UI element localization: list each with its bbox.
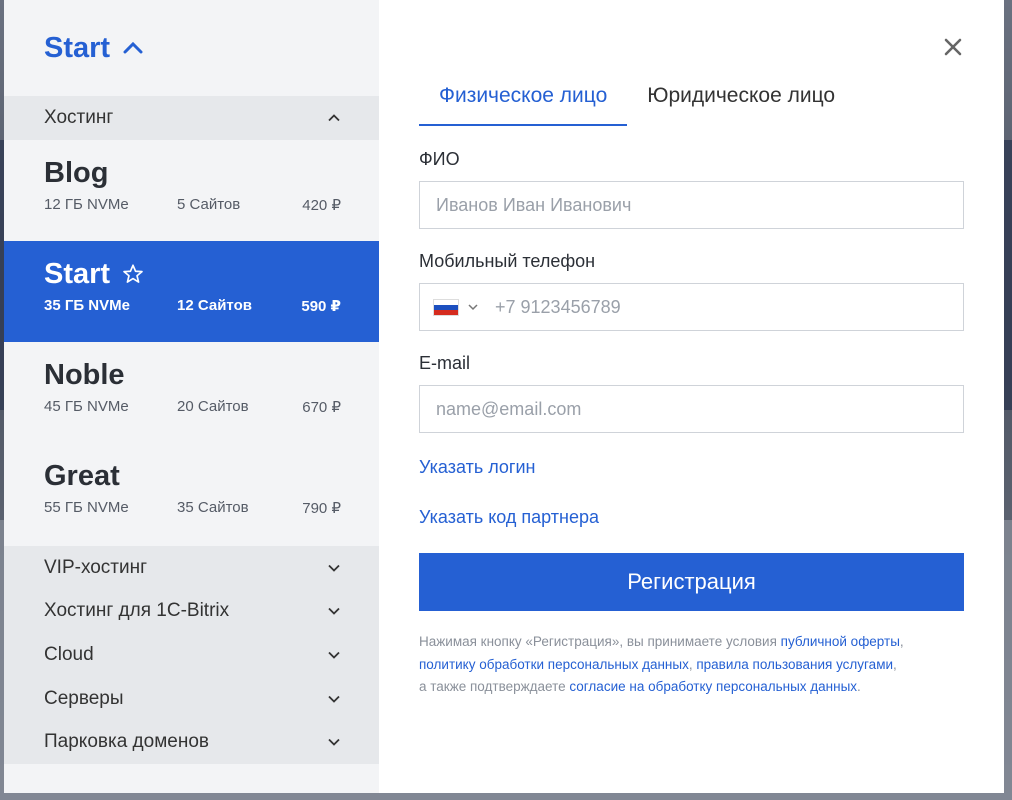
plan-price: 420 ₽ bbox=[302, 197, 341, 214]
tab-legal-entity[interactable]: Юридическое лицо bbox=[627, 78, 855, 126]
plan-item-blog[interactable]: Blog 12 ГБ NVMe 5 Сайтов 420 ₽ bbox=[4, 140, 379, 241]
plan-price: 790 ₽ bbox=[302, 500, 341, 517]
plan-name: Blog bbox=[44, 156, 109, 189]
sidebar-group-servers[interactable]: Серверы bbox=[4, 676, 379, 721]
sidebar-group-parking[interactable]: Парковка доменов bbox=[4, 720, 379, 764]
plan-storage: 12 ГБ NVMe bbox=[44, 196, 129, 213]
person-type-tabs: Физическое лицо Юридическое лицо bbox=[419, 78, 964, 126]
legal-text: Нажимая кнопку «Регистрация», вы принима… bbox=[419, 634, 781, 649]
plan-storage: 45 ГБ NVMe bbox=[44, 398, 129, 415]
legal-text: а также подтверждаете bbox=[419, 679, 570, 694]
plan-name: Noble bbox=[44, 358, 125, 391]
fio-placeholder: Иванов Иван Иванович bbox=[436, 194, 632, 215]
plan-item-great[interactable]: Great 55 ГБ NVMe 35 Сайтов 790 ₽ bbox=[4, 443, 379, 546]
phone-label: Мобильный телефон bbox=[419, 251, 596, 271]
data-consent-link[interactable]: согласие на обработку персональных данны… bbox=[569, 679, 857, 694]
phone-input[interactable]: +7 9123456789 bbox=[419, 283, 964, 331]
group-label: Хостинг bbox=[44, 107, 114, 128]
legal-text: , bbox=[899, 634, 904, 649]
plan-item-start[interactable]: Start 35 ГБ NVMe 12 Сайтов 590 ₽ bbox=[4, 241, 379, 342]
chevron-down-icon bbox=[328, 608, 340, 616]
terms-of-use-link[interactable]: правила пользования услугами bbox=[696, 657, 893, 672]
sidebar-group-bitrix[interactable]: Хостинг для 1C-Bitrix bbox=[4, 589, 379, 634]
chevron-down-icon[interactable] bbox=[467, 301, 479, 313]
plan-storage: 55 ГБ NVMe bbox=[44, 499, 129, 516]
registration-form: Физическое лицо Юридическое лицо ФИО Ива… bbox=[379, 0, 1004, 793]
offer-link[interactable]: публичной оферты bbox=[781, 634, 900, 649]
plan-sites: 5 Сайтов bbox=[177, 196, 241, 213]
star-icon[interactable] bbox=[122, 263, 144, 285]
group-label: Cloud bbox=[44, 643, 94, 665]
legal-text: , bbox=[893, 656, 897, 672]
plan-item-noble[interactable]: Noble 45 ГБ NVMe 20 Сайтов 670 ₽ bbox=[4, 342, 379, 443]
group-label: Серверы bbox=[44, 687, 124, 709]
legal-text: . bbox=[857, 679, 861, 694]
email-placeholder: name@email.com bbox=[436, 398, 582, 419]
plan-sites: 35 Сайтов bbox=[177, 499, 249, 516]
phone-placeholder: +7 9123456789 bbox=[495, 296, 621, 317]
close-icon[interactable] bbox=[942, 36, 964, 58]
sidebar-group-hosting[interactable]: Хостинг bbox=[4, 96, 379, 140]
plan-name: Great bbox=[44, 459, 120, 492]
tab-individual[interactable]: Физическое лицо bbox=[419, 78, 628, 126]
plan-name: Start bbox=[44, 257, 111, 290]
plan-sites: 20 Сайтов bbox=[177, 398, 249, 415]
email-input[interactable]: name@email.com bbox=[419, 385, 964, 433]
chevron-down-icon bbox=[328, 651, 340, 659]
plan-sites: 12 Сайтов bbox=[177, 297, 252, 314]
fio-input[interactable]: Иванов Иван Иванович bbox=[419, 181, 964, 229]
chevron-up-icon bbox=[123, 41, 143, 54]
specify-login-link[interactable]: Указать логин bbox=[419, 457, 964, 479]
register-button-label: Регистрация bbox=[627, 569, 756, 594]
partner-code-link[interactable]: Указать код партнера bbox=[419, 507, 964, 529]
plan-sidebar: Start Хостинг Blog 12 ГБ NVMe 5 Сайтов 4… bbox=[4, 0, 379, 793]
privacy-policy-link[interactable]: политику обработки персональных данных bbox=[419, 657, 689, 672]
group-label: VIP-хостинг bbox=[44, 556, 148, 578]
plan-price: 590 ₽ bbox=[301, 298, 341, 315]
email-label: E-mail bbox=[419, 353, 471, 373]
fio-label: ФИО bbox=[419, 149, 460, 169]
group-label: Хостинг для 1C-Bitrix bbox=[44, 600, 230, 622]
sidebar-group-vip[interactable]: VIP-хостинг bbox=[4, 546, 379, 590]
sidebar-title[interactable]: Start bbox=[4, 0, 379, 96]
sidebar-title-text: Start bbox=[44, 31, 111, 64]
legal-notice: Нажимая кнопку «Регистрация», вы принима… bbox=[419, 631, 964, 699]
russia-flag-icon[interactable] bbox=[433, 298, 459, 316]
register-button[interactable]: Регистрация bbox=[419, 553, 964, 611]
plan-price: 670 ₽ bbox=[302, 399, 341, 416]
chevron-down-icon bbox=[328, 695, 340, 703]
chevron-up-icon bbox=[328, 114, 340, 122]
group-label: Парковка доменов bbox=[44, 731, 209, 753]
chevron-down-icon bbox=[328, 739, 340, 746]
chevron-down-icon bbox=[328, 564, 340, 572]
plan-storage: 35 ГБ NVMe bbox=[44, 297, 130, 314]
sidebar-group-cloud[interactable]: Cloud bbox=[4, 633, 379, 677]
registration-modal: Start Хостинг Blog 12 ГБ NVMe 5 Сайтов 4… bbox=[4, 0, 1004, 793]
